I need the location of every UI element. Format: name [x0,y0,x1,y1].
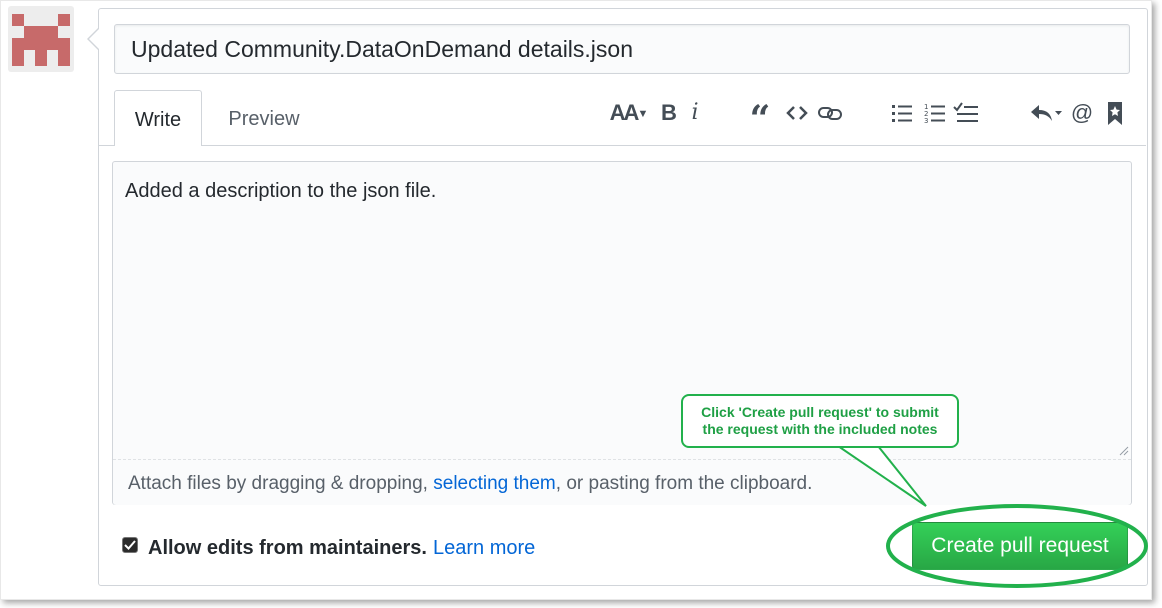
title-input[interactable]: Updated Community.DataOnDemand details.j… [114,24,1130,74]
svg-text:3: 3 [924,117,928,124]
task-list-button[interactable] [952,96,980,130]
italic-label: i [691,100,699,125]
bold-label: B [661,100,677,125]
bold-button[interactable]: B [658,96,680,130]
mention-button[interactable]: @ [1068,96,1096,130]
bulleted-list-icon [892,105,912,122]
markdown-toolbar: AA▼ B i “ 1 2 3 @ [0,96,1162,140]
reply-button[interactable] [1026,96,1066,130]
chevron-down-icon: ▼ [637,108,649,120]
avatar[interactable] [8,6,74,72]
task-list-icon [953,102,978,122]
link-icon [818,107,842,120]
quote-button[interactable]: “ [746,96,774,140]
attach-suffix: , or pasting from the clipboard. [555,473,813,494]
checkmark-icon [124,540,136,550]
annotation-callout: Click 'Create pull request' to submit th… [681,394,959,448]
header-text-label: AA [609,100,640,125]
saved-replies-button[interactable] [1104,96,1126,130]
italic-button[interactable]: i [686,96,704,130]
attach-prefix: Attach files by dragging & dropping, [128,473,434,494]
code-button[interactable] [784,96,810,130]
numbered-list-button[interactable]: 1 2 3 [922,96,948,130]
create-pull-request-button[interactable]: Create pull request [912,522,1128,570]
comment-caret-fill [89,29,99,49]
numbered-list-icon: 1 2 3 [924,103,945,124]
select-files-link[interactable]: selecting them [433,473,556,494]
allow-edits-label[interactable]: Allow edits from maintainers. [148,534,427,562]
callout-line-2: the request with the included notes [702,421,938,437]
comment-body-textarea[interactable]: Added a description to the json file. At… [112,161,1132,505]
code-icon [786,106,808,120]
header-text-button[interactable]: AA▼ [606,96,652,130]
bulleted-list-button[interactable] [888,96,916,130]
resize-grip-icon[interactable] [1119,446,1129,456]
comment-body-text: Added a description to the json file. [125,180,437,202]
allow-edits-checkbox[interactable] [122,537,138,553]
file-attach-bar[interactable]: Attach files by dragging & dropping, sel… [113,459,1131,505]
bookmark-icon [1108,102,1122,125]
learn-more-link[interactable]: Learn more [433,534,535,562]
link-button[interactable] [816,96,844,130]
mention-icon: @ [1070,100,1094,125]
quote-icon: “ [749,98,771,140]
reply-icon [1031,105,1062,121]
callout-line-1: Click 'Create pull request' to submit [701,404,939,420]
